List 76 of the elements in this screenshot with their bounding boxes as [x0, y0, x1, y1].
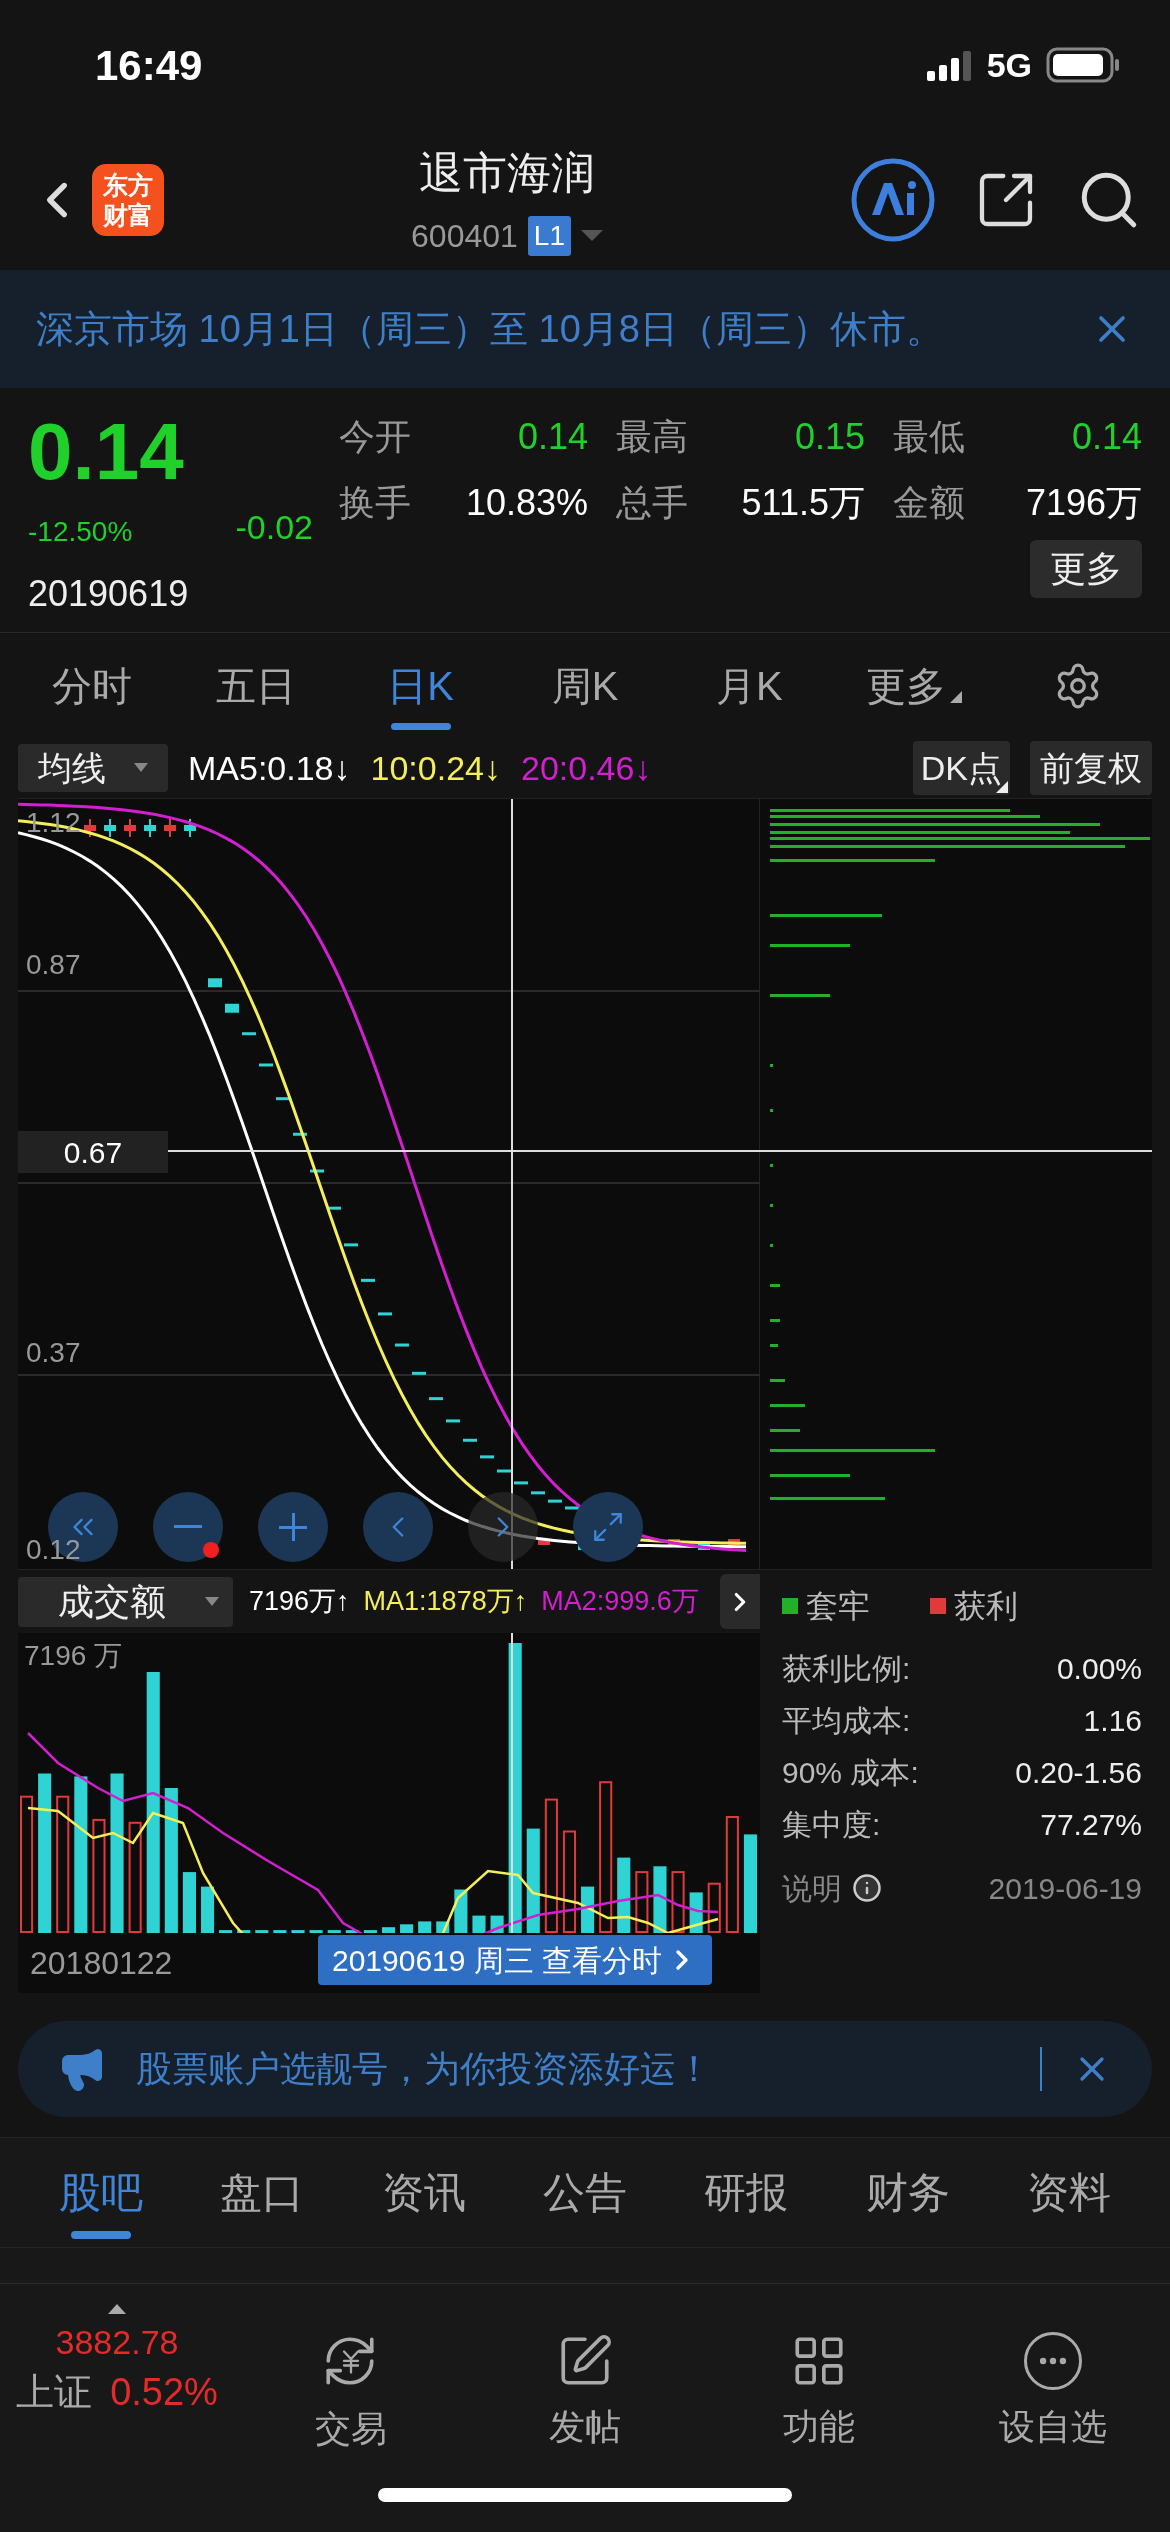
- chip-stat-value: 0.00%: [1056, 1650, 1142, 1687]
- chart-tab[interactable]: 周K: [502, 633, 668, 738]
- y-axis-label: 0.12: [25, 1534, 82, 1566]
- section-tab[interactable]: 研报: [665, 2138, 828, 2247]
- legend-label: 获利: [954, 1586, 1018, 1626]
- index-value: 3882.78: [55, 2322, 179, 2363]
- toolbar-action[interactable]: 发帖: [468, 2304, 702, 2484]
- y-axis-label: 0.87: [25, 949, 82, 981]
- stat-value: 0.15: [794, 415, 865, 459]
- section-tab[interactable]: 资讯: [342, 2138, 505, 2247]
- x-axis-date-label: 20180122: [30, 1944, 173, 1983]
- note-date: 2019-06-19: [988, 1870, 1142, 1907]
- index-ticker[interactable]: 3882.78 上证 0.52%: [0, 2304, 234, 2484]
- stat-value: 0.14: [517, 415, 588, 459]
- chip-stat-label: 平均成本:: [782, 1702, 911, 1739]
- network-label: 5G: [986, 44, 1032, 86]
- chip-stat-label: 集中度:: [782, 1806, 881, 1843]
- change-percent: -12.50%: [28, 515, 133, 549]
- chip-stat-value: 0.20-1.56: [1015, 1754, 1142, 1791]
- crosshair-price-label: 0.67: [18, 1131, 168, 1173]
- section-tab[interactable]: 财务: [827, 2138, 989, 2247]
- more-button[interactable]: 更多: [1030, 540, 1142, 598]
- change-amount: -0.02: [235, 507, 313, 548]
- stat-value: 10.83%: [465, 481, 588, 525]
- legend-label: 套牢: [806, 1586, 870, 1626]
- indicator-selector[interactable]: 均线: [18, 744, 168, 792]
- y-axis-label: 0.37: [25, 1337, 82, 1369]
- stat-value: 7196万: [1025, 481, 1142, 525]
- volume-ma-value: MA1:1878万↑: [363, 1585, 528, 1619]
- chip-stat-value: 1.16: [1083, 1702, 1142, 1739]
- stat-label: 总手: [616, 481, 688, 525]
- price-adjust-button[interactable]: 前复权: [1030, 741, 1152, 795]
- stock-code: 600401: [411, 217, 518, 256]
- chart-tab[interactable]: 分时: [10, 633, 175, 738]
- toolbar-action[interactable]: 交易: [234, 2304, 468, 2484]
- stat-label: 换手: [339, 481, 411, 525]
- section-tab[interactable]: 公告: [504, 2138, 666, 2247]
- section-tab[interactable]: 股吧: [20, 2138, 182, 2247]
- chart-tab[interactable]: 日K: [338, 633, 503, 738]
- note-label: 说明: [782, 1870, 842, 1907]
- stat-label: 今开: [339, 415, 411, 459]
- volume-ma-value: MA2:999.6万: [541, 1585, 699, 1619]
- ma-value: MA5:0.18↓: [188, 747, 351, 789]
- chip-stat-label: 获利比例:: [782, 1650, 911, 1687]
- chart-tab[interactable]: 五日: [174, 633, 339, 738]
- volume-ma-value: 7196万↑: [249, 1585, 350, 1619]
- promo-text: 股票账户选靓号，为你投资添好运！: [136, 2047, 713, 2091]
- date-tooltip[interactable]: 20190619 周三 查看分时: [318, 1935, 713, 1985]
- app-logo: 东方财富: [92, 164, 164, 236]
- volume-max-label: 7196 万: [24, 1639, 123, 1673]
- stat-label: 金额: [893, 481, 965, 525]
- chip-stat-label: 90% 成本:: [782, 1754, 919, 1791]
- quote-date: 20190619: [28, 572, 190, 616]
- index-name: 上证: [16, 2370, 93, 2415]
- stat-value: 0.14: [1071, 415, 1142, 459]
- volume-indicator-selector[interactable]: 成交额: [18, 1576, 233, 1627]
- section-tab[interactable]: 资料: [988, 2138, 1150, 2247]
- stat-label: 最高: [616, 415, 688, 459]
- ma-value: 10:0.24↓: [370, 747, 501, 789]
- chart-tab[interactable]: 月K: [667, 633, 832, 738]
- toolbar-action[interactable]: 功能: [702, 2304, 936, 2484]
- section-tab[interactable]: 盘口: [181, 2138, 343, 2247]
- level-badge: L1: [527, 216, 571, 256]
- last-price: 0.14: [28, 410, 185, 494]
- status-time: 16:49: [95, 40, 203, 91]
- dk-point-button[interactable]: DK点: [912, 741, 1010, 795]
- chip-stat-value: 77.27%: [1040, 1806, 1142, 1843]
- notice-text: 深京市场 10月1日（周三）至 10月8日（周三）休市。: [36, 306, 944, 352]
- stat-label: 最低: [893, 415, 965, 459]
- promo-banner[interactable]: 股票账户选靓号，为你投资添好运！: [18, 2021, 1152, 2117]
- stat-value: 511.5万: [741, 481, 865, 525]
- toolbar-action[interactable]: 设自选: [936, 2304, 1170, 2484]
- stock-title: 退市海润: [419, 147, 595, 199]
- ma-value: 20:0.46↓: [521, 747, 652, 789]
- index-change: 0.52%: [110, 2370, 218, 2415]
- more-menu-tab[interactable]: 更多: [831, 633, 996, 738]
